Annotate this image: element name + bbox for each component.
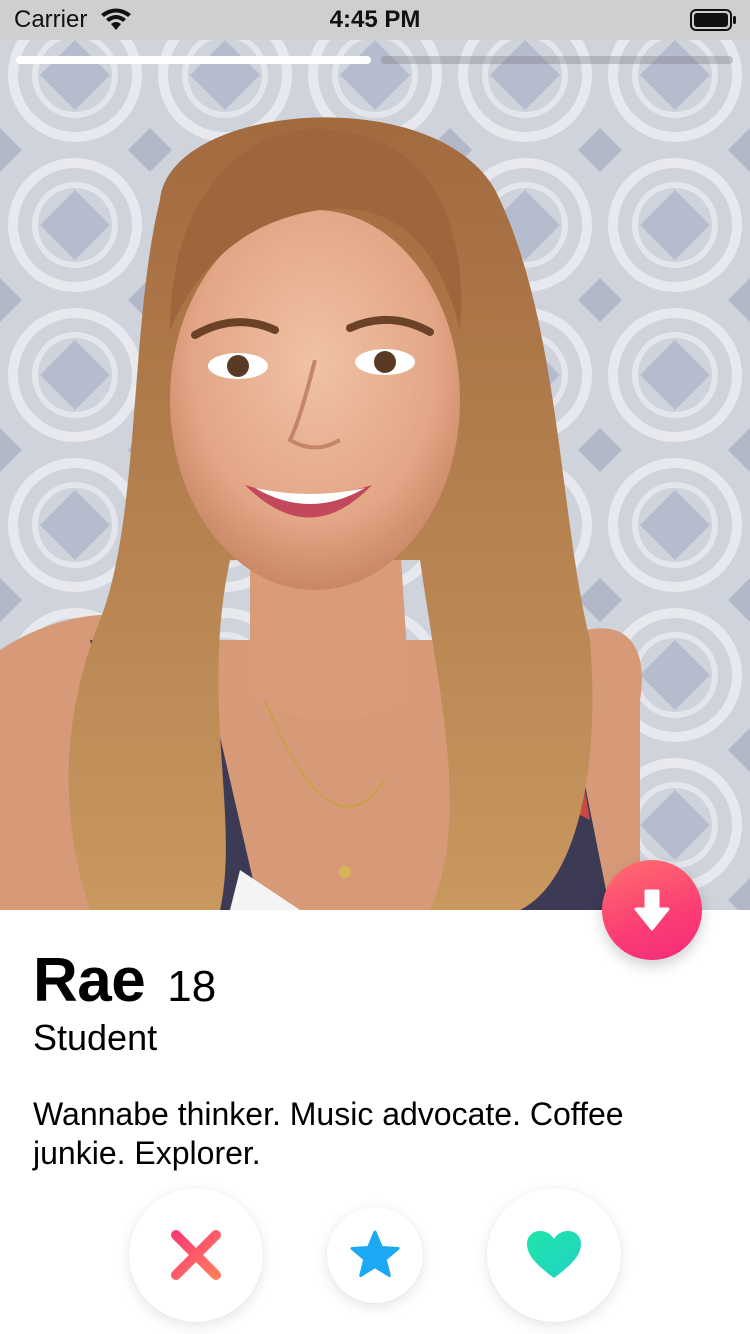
heart-icon — [527, 1231, 581, 1278]
super-like-button[interactable] — [327, 1207, 423, 1303]
photo-indicator-inactive — [381, 56, 733, 64]
like-button[interactable] — [487, 1188, 621, 1322]
arrow-down-icon — [634, 889, 670, 931]
x-icon — [171, 1230, 221, 1280]
profile-screen: Carrier 4:45 PM Rae 18 Student Wannabe t… — [0, 0, 750, 1334]
photo-indicator-active — [16, 56, 371, 64]
nope-button[interactable] — [129, 1188, 263, 1322]
star-icon — [350, 1230, 400, 1277]
profile-photo[interactable] — [0, 0, 750, 910]
collapse-detail-button[interactable] — [602, 860, 702, 960]
name-row: Rae 18 — [33, 945, 710, 1015]
profile-age: 18 — [167, 962, 217, 1011]
profile-bio: Wannabe thinker. Music advocate. Coffee … — [33, 1096, 624, 1171]
profile-name: Rae — [33, 946, 146, 1015]
profile-job: Student — [33, 1017, 158, 1058]
profile-info: Rae 18 Student Wannabe thinker. Music ad… — [33, 945, 710, 1173]
status-time: 4:45 PM — [329, 6, 421, 33]
battery-icon — [690, 9, 736, 31]
status-bar: Carrier 4:45 PM — [0, 0, 750, 40]
